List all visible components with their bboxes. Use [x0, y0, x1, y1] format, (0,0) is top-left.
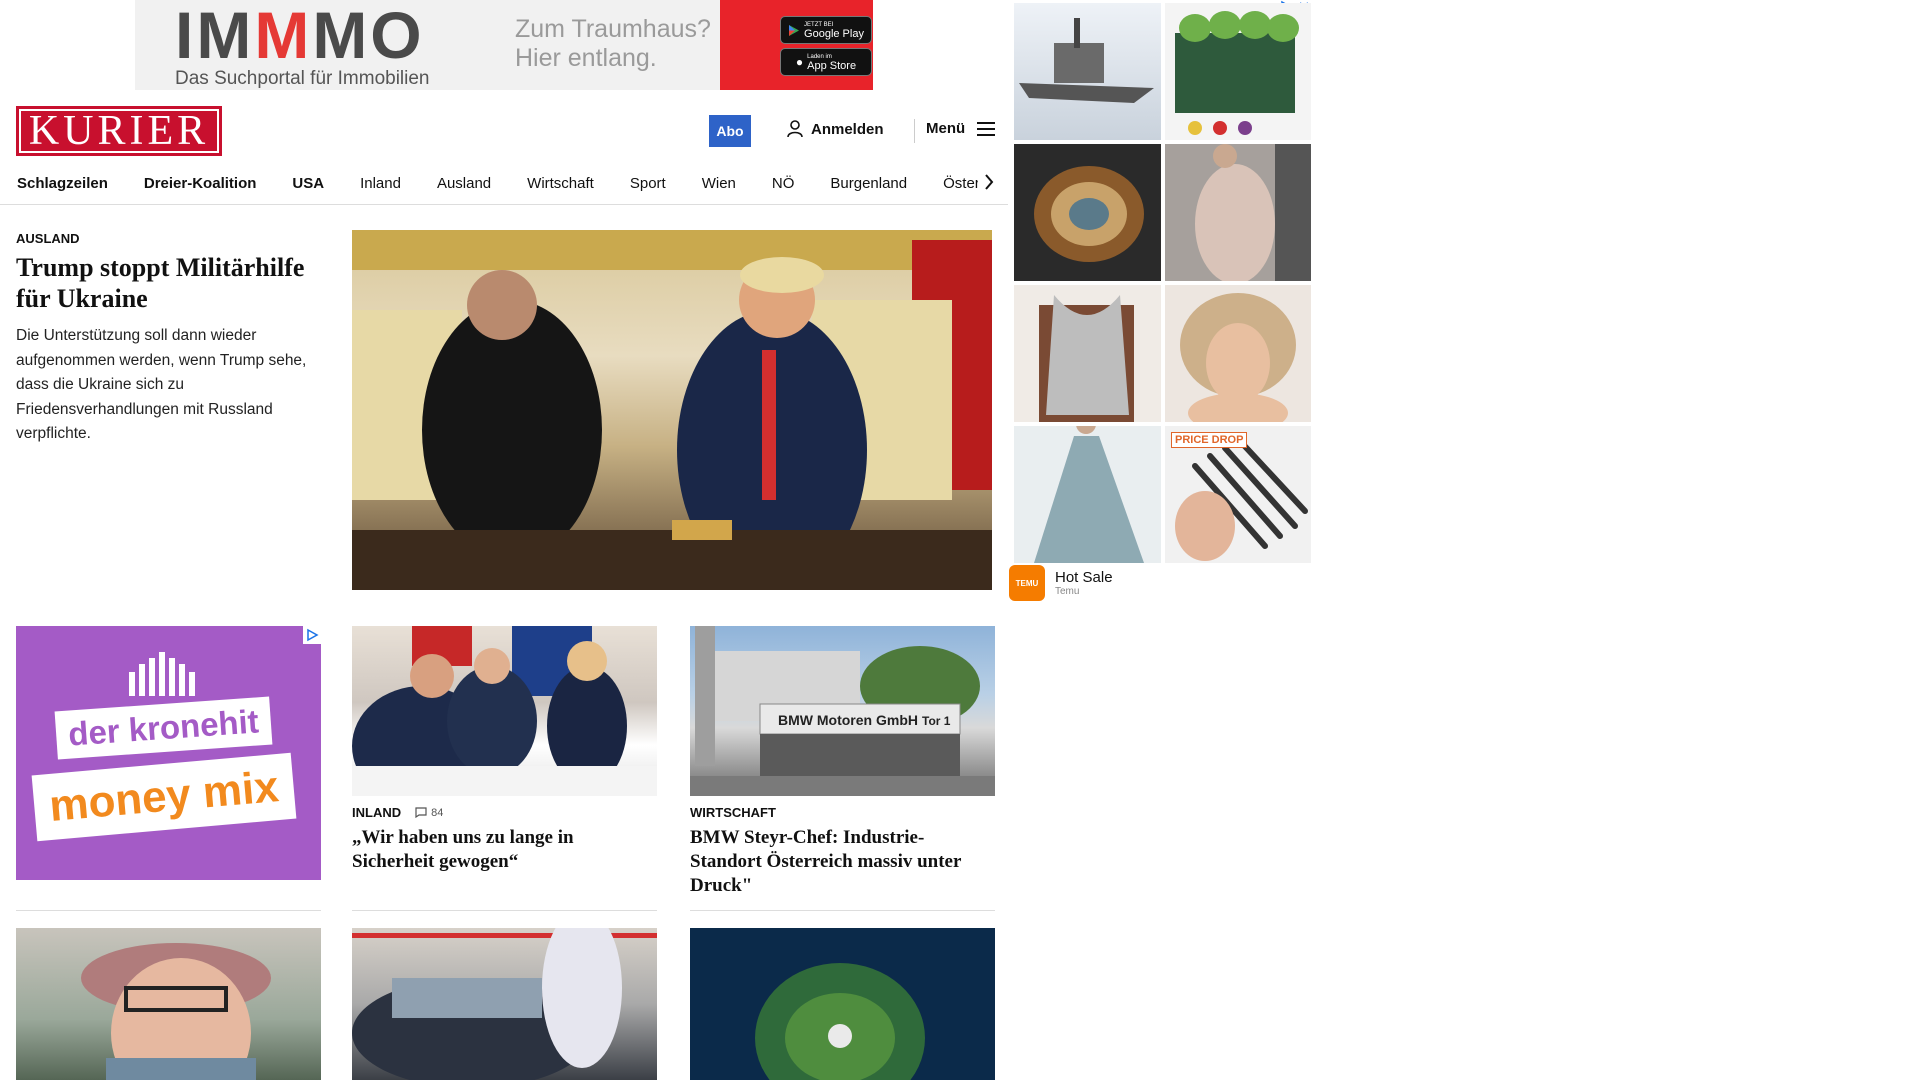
card-inland-headline[interactable]: „Wir haben uns zu lange in Sicherheit ge…	[352, 826, 657, 874]
bmw-sign-gate: Tor 1	[922, 714, 951, 728]
nav-item-wien[interactable]: Wien	[684, 175, 754, 192]
nav-item-inland[interactable]: Inland	[342, 175, 419, 192]
chevron-right-icon	[985, 174, 994, 190]
divider	[352, 910, 657, 911]
bottom-image-1[interactable]	[16, 928, 321, 1080]
login-button[interactable]: Anmelden	[787, 120, 884, 138]
bmw-sign-text: BMW Motoren GmbH	[778, 712, 918, 728]
header-divider	[914, 119, 915, 143]
kronehit-crown-icon	[129, 652, 195, 696]
lead-teaser[interactable]: Die Unterstützung soll dann wieder aufge…	[16, 324, 326, 447]
temu-logo: TEMU	[1009, 565, 1045, 601]
ad-title: Hot Sale	[1055, 569, 1113, 586]
lead-image[interactable]	[352, 230, 992, 590]
nav-item-burgenland[interactable]: Burgenland	[812, 175, 925, 192]
ad-choices-icon[interactable]	[303, 626, 321, 644]
immmo-logo: IMMMO Das Suchportal für Immobilien	[135, 0, 505, 90]
ad-product-evening-gown[interactable]	[1014, 426, 1161, 563]
menu-label: Menü	[926, 120, 966, 137]
temu-ad-footer[interactable]: TEMU Hot Sale Temu	[1009, 565, 1113, 601]
nav-item-ausland[interactable]: Ausland	[419, 175, 509, 192]
card-wirtschaft-headline[interactable]: BMW Steyr-Chef: Industrie-Standort Öster…	[690, 826, 995, 898]
temu-ad[interactable]: PRICE DROP	[1009, 0, 1311, 605]
divider	[16, 910, 321, 911]
card-inland-kicker: INLAND	[352, 805, 402, 820]
immmo-store-area: JETZT BEI Google Play ● Laden im App Store	[720, 0, 873, 90]
ad-product-pens[interactable]: PRICE DROP	[1165, 426, 1311, 563]
kronehit-line1: der kronehit	[54, 696, 273, 760]
card-inland-image[interactable]	[352, 626, 657, 796]
immmo-claim: Zum Traumhaus? Hier entlang.	[515, 15, 711, 72]
kronehit-ad[interactable]: der kronehit money mix	[16, 626, 321, 880]
ad-product-grow-bags[interactable]	[1165, 3, 1311, 140]
price-drop-badge: PRICE DROP	[1171, 432, 1248, 448]
app-store-button[interactable]: ● Laden im App Store	[780, 48, 872, 76]
nav-scroll-right-button[interactable]	[978, 169, 1000, 195]
comment-count[interactable]: 84	[415, 807, 443, 819]
immmo-banner-ad[interactable]: IMMMO Das Suchportal für Immobilien Zum …	[135, 0, 873, 90]
kronehit-line2: money mix	[31, 752, 297, 842]
nav-item-sport[interactable]: Sport	[612, 175, 684, 192]
card-wirtschaft-kicker: WIRTSCHAFT	[690, 805, 776, 820]
login-label: Anmelden	[811, 120, 884, 138]
ad-product-dress-pink[interactable]	[1165, 144, 1311, 281]
section-nav: Schlagzeilen Dreier-Koalition USA Inland…	[0, 162, 1008, 205]
ad-product-wig[interactable]	[1165, 285, 1311, 422]
divider	[690, 910, 995, 911]
menu-button[interactable]: Menü	[926, 120, 996, 137]
nav-item-wirtschaft[interactable]: Wirtschaft	[509, 175, 612, 192]
apple-icon: ●	[795, 55, 804, 69]
card-wirtschaft-image[interactable]: BMW Motoren GmbH Tor 1	[690, 626, 995, 796]
kurier-logo[interactable]: KURIER	[16, 106, 222, 156]
immmo-wordmark: IMMMO	[175, 0, 425, 72]
nav-item-schlagzeilen[interactable]: Schlagzeilen	[0, 175, 126, 192]
lead-kicker: AUSLAND	[16, 231, 80, 246]
user-icon	[787, 120, 803, 138]
card-inland-meta: INLAND 84	[352, 805, 443, 820]
ad-product-silver-top[interactable]	[1014, 285, 1161, 422]
hamburger-icon	[977, 121, 996, 136]
immmo-tagline: Das Suchportal für Immobilien	[175, 68, 430, 89]
bottom-image-3[interactable]	[690, 928, 995, 1080]
ad-source: Temu	[1055, 586, 1080, 597]
google-play-icon	[789, 24, 800, 36]
abo-button[interactable]: Abo	[709, 115, 751, 147]
card-wirtschaft-meta: WIRTSCHAFT	[690, 805, 776, 820]
bottom-image-2[interactable]	[352, 928, 657, 1080]
nav-item-usa[interactable]: USA	[274, 175, 342, 192]
google-play-button[interactable]: JETZT BEI Google Play	[780, 16, 872, 44]
ad-product-agate-stone[interactable]	[1014, 144, 1161, 281]
ad-product-ship-model[interactable]	[1014, 3, 1161, 140]
comment-icon	[415, 807, 427, 818]
nav-item-noe[interactable]: NÖ	[754, 175, 813, 192]
lead-headline[interactable]: Trump stoppt Militärhilfe für Ukraine	[16, 252, 326, 314]
nav-item-dreier-koalition[interactable]: Dreier-Koalition	[126, 175, 275, 192]
